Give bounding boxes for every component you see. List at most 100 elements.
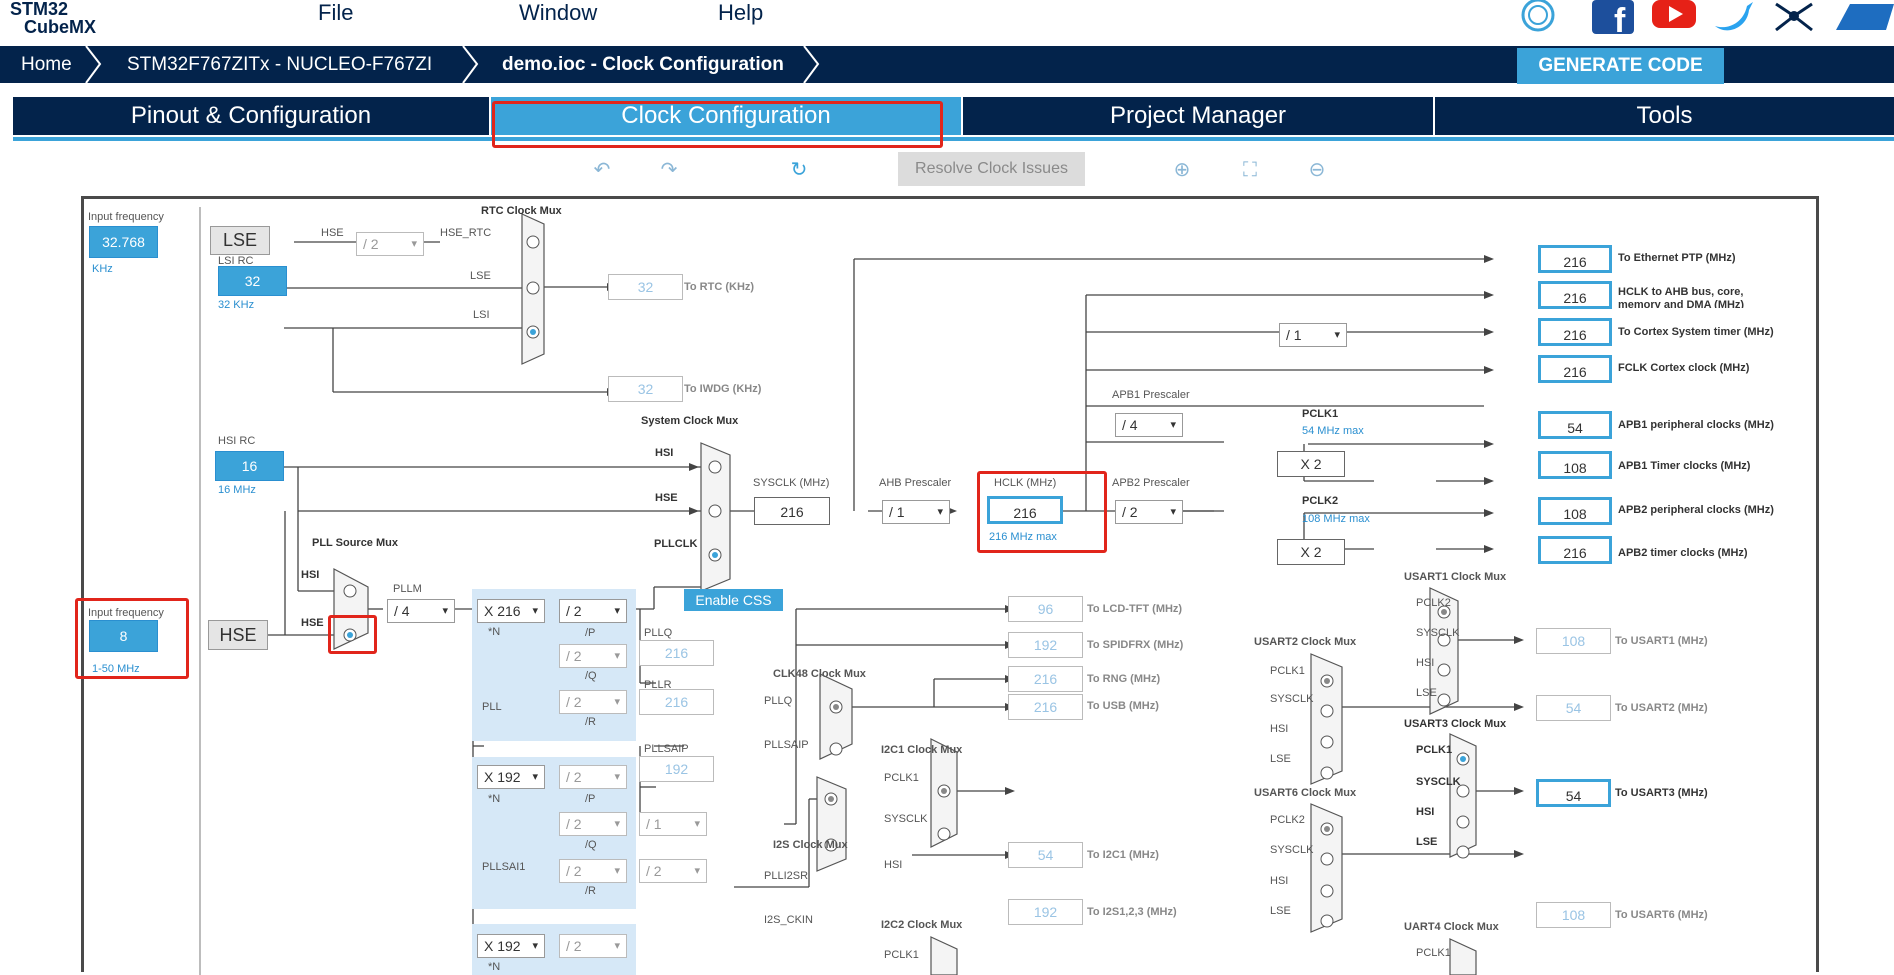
plli2s-p-dropdown[interactable]: / 2 ▾ xyxy=(559,934,627,958)
pllsrc-hse-label: HSE xyxy=(301,617,324,629)
usart3-lse-label: LSE xyxy=(1416,836,1438,848)
usart2-sysclk-label: SYSCLK xyxy=(1270,693,1314,705)
usart6-mux-label: USART6 Clock Mux xyxy=(1254,787,1357,799)
usart6-output: 108 xyxy=(1536,902,1611,928)
hclk-ahb-output[interactable]: 216 xyxy=(1538,281,1612,309)
pllsai-r-div-value: / 2 xyxy=(646,863,662,879)
hclk-ahb-label: HCLK to AHB bus, core, memory and DMA (M… xyxy=(1618,286,1745,308)
zoom-in-icon[interactable]: ⊕ xyxy=(1170,158,1194,182)
i2c1-hsi-label: HSI xyxy=(884,859,903,871)
lcd-tft-label: To LCD-TFT (MHz) xyxy=(1087,603,1183,615)
pllsai-r-dropdown[interactable]: / 2 ▾ xyxy=(559,859,627,883)
facebook-icon[interactable]: f xyxy=(1592,0,1634,34)
pll-r-dropdown[interactable]: / 2 ▾ xyxy=(559,690,627,714)
pllsai-q-div-dropdown[interactable]: / 1 ▾ xyxy=(639,812,707,836)
uart4-mux-label: UART4 Clock Mux xyxy=(1404,921,1499,933)
breadcrumb-home[interactable]: Home xyxy=(21,46,72,83)
apb1-prescaler-dropdown[interactable]: / 4 ▾ xyxy=(1115,413,1183,437)
refresh-icon[interactable]: ↻ xyxy=(787,158,811,182)
i2s-output: 192 xyxy=(1008,899,1083,925)
usart2-output: 54 xyxy=(1536,695,1611,721)
sysclk-value: 216 xyxy=(754,497,830,525)
usart1-sysclk-label: SYSCLK xyxy=(1416,627,1460,639)
pllm-dropdown[interactable]: / 4 ▾ xyxy=(387,599,455,623)
cortex-timer-divider[interactable]: / 1 ▾ xyxy=(1279,323,1347,347)
rtc-output-label: To RTC (KHz) xyxy=(684,281,755,293)
usart6-pclk2-label: PCLK2 xyxy=(1270,814,1305,826)
menu-window[interactable]: Window xyxy=(519,0,597,26)
lse-unit: KHz xyxy=(92,263,113,275)
sysmux-pllclk-label: PLLCLK xyxy=(654,538,698,550)
usart2-hsi-label: HSI xyxy=(1270,723,1289,735)
pclk1-label: PCLK1 xyxy=(1302,408,1339,420)
pll-q-label: /Q xyxy=(585,670,597,682)
hse-rtc-divider[interactable]: / 2 ▾ xyxy=(356,232,424,256)
youtube-icon[interactable] xyxy=(1652,0,1696,30)
hse-block: HSE xyxy=(208,620,268,650)
i2c1-output: 54 xyxy=(1008,842,1083,868)
pllsai-r-div-dropdown[interactable]: / 2 ▾ xyxy=(639,859,707,883)
pllsai-n-dropdown[interactable]: X 192 ▾ xyxy=(477,765,545,789)
menu-help[interactable]: Help xyxy=(718,0,763,26)
zoom-out-icon[interactable]: ⊖ xyxy=(1305,158,1329,182)
apb1-prescaler-value: / 4 xyxy=(1122,417,1138,433)
cortex-timer-label: To Cortex System timer (MHz) xyxy=(1618,326,1774,338)
resolve-clock-issues-button[interactable]: Resolve Clock Issues xyxy=(898,152,1085,186)
anniversary-icon[interactable] xyxy=(1518,0,1558,34)
share-network-icon[interactable] xyxy=(1772,0,1816,34)
apb2-timer-output[interactable]: 216 xyxy=(1538,536,1612,564)
enable-css-button[interactable]: Enable CSS xyxy=(684,589,783,611)
pll-n-value: X 216 xyxy=(484,603,521,619)
chevron-down-icon: ▾ xyxy=(614,696,620,708)
tab-project-manager[interactable]: Project Manager xyxy=(963,97,1433,135)
lcd-tft-output: 96 xyxy=(1008,596,1083,622)
apb2-peripheral-label: APB2 peripheral clocks (MHz) xyxy=(1618,504,1774,516)
plli2s-n-dropdown[interactable]: X 192 ▾ xyxy=(477,934,545,958)
tab-tools[interactable]: Tools xyxy=(1435,97,1894,135)
undo-icon[interactable]: ↶ xyxy=(590,158,614,182)
lse-frequency-input[interactable]: 32.768 xyxy=(89,226,158,258)
ethernet-ptp-output[interactable]: 216 xyxy=(1538,245,1612,273)
apb1-timer-label: APB1 Timer clocks (MHz) xyxy=(1618,460,1751,472)
usart1-pclk2-label: PCLK2 xyxy=(1416,597,1451,609)
i2c1-sysclk-label: SYSCLK xyxy=(884,813,928,825)
apb2-prescaler-label: APB2 Prescaler xyxy=(1112,477,1190,489)
hse-rtc-label: HSE_RTC xyxy=(440,227,492,239)
clk48-pllsaip-label: PLLSAIP xyxy=(764,739,809,751)
generate-code-button[interactable]: GENERATE CODE xyxy=(1517,48,1724,84)
i2c1-mux-label: I2C1 Clock Mux xyxy=(881,744,963,756)
usart3-output[interactable]: 54 xyxy=(1536,779,1611,807)
usart3-pclk1-label: PCLK1 xyxy=(1416,744,1453,756)
breadcrumb-device[interactable]: STM32F767ZITx - NUCLEO-F767ZI xyxy=(127,46,432,83)
redo-icon[interactable]: ↷ xyxy=(657,158,681,182)
rtc-hse-label: HSE xyxy=(321,227,344,239)
apb2-timer-label: APB2 timer clocks (MHz) xyxy=(1618,547,1748,559)
chevron-down-icon: ▾ xyxy=(1334,329,1340,341)
tab-pinout-configuration[interactable]: Pinout & Configuration xyxy=(13,97,489,135)
apb2-prescaler-dropdown[interactable]: / 2 ▾ xyxy=(1115,500,1183,524)
svg-text:f: f xyxy=(1614,2,1626,34)
fit-screen-icon[interactable]: ⛶ xyxy=(1238,158,1262,182)
logo-line1: STM32 xyxy=(10,0,69,19)
pllsai-q-dropdown[interactable]: / 2 ▾ xyxy=(559,812,627,836)
menu-file[interactable]: File xyxy=(318,0,353,26)
ahb-prescaler-value: / 1 xyxy=(889,504,905,520)
hse-rtc-divider-value: / 2 xyxy=(363,236,379,252)
twitter-icon[interactable] xyxy=(1713,0,1755,34)
system-clock-mux-label: System Clock Mux xyxy=(641,415,739,427)
apb1-prescaler-label: APB1 Prescaler xyxy=(1112,389,1190,401)
ahb-prescaler-dropdown[interactable]: / 1 ▾ xyxy=(882,500,950,524)
apb2-peripheral-output[interactable]: 108 xyxy=(1538,497,1612,525)
cortex-timer-output[interactable]: 216 xyxy=(1538,318,1612,346)
pll-q-dropdown[interactable]: / 2 ▾ xyxy=(559,644,627,668)
apb1-peripheral-output[interactable]: 54 xyxy=(1538,411,1612,439)
breadcrumb-file[interactable]: demo.ioc - Clock Configuration xyxy=(502,46,784,83)
pll-p-dropdown[interactable]: / 2 ▾ xyxy=(559,599,627,623)
apb1-timer-output[interactable]: 108 xyxy=(1538,451,1612,479)
pllsai-p-dropdown[interactable]: / 2 ▾ xyxy=(559,765,627,789)
fclk-output[interactable]: 216 xyxy=(1538,355,1612,383)
chevron-down-icon: ▾ xyxy=(614,865,620,877)
lsi-rc-block: 32 xyxy=(218,266,287,296)
pll-n-dropdown[interactable]: X 216 ▾ xyxy=(477,599,545,623)
pll-p-label: /P xyxy=(585,627,596,639)
